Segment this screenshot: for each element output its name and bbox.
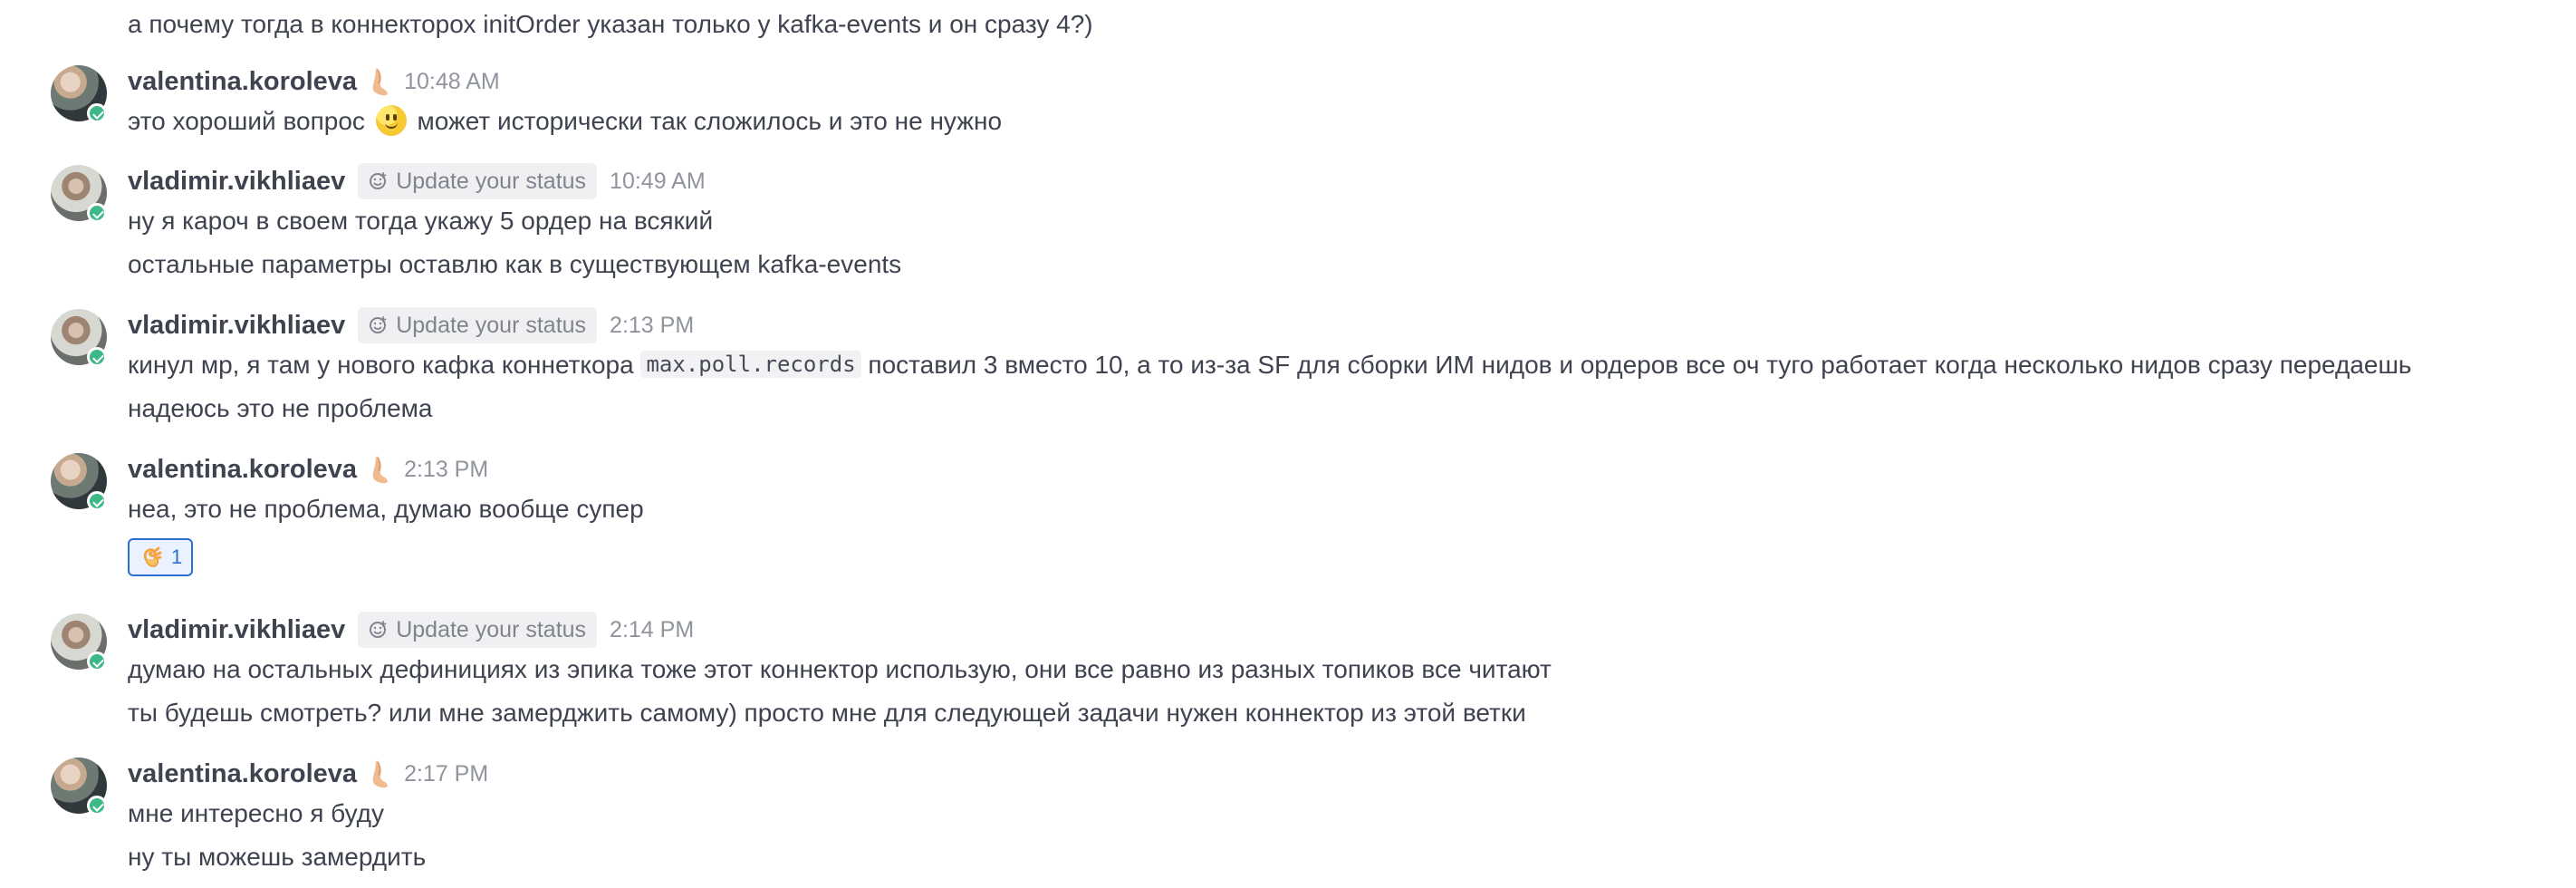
online-check-icon (87, 203, 107, 223)
message-text: надеюсь это не проблема (128, 394, 433, 422)
timestamp[interactable]: 2:13 PM (610, 313, 694, 339)
username[interactable]: valentina.koroleva (128, 759, 357, 789)
reaction-count: 1 (171, 545, 183, 568)
timestamp[interactable]: 2:17 PM (404, 761, 488, 787)
ok-hand-icon (143, 546, 162, 567)
timestamp[interactable]: 10:49 AM (610, 169, 706, 195)
online-check-icon (87, 491, 107, 511)
message-text: ну я кароч в своем тогда укажу 5 ордер н… (128, 207, 714, 235)
reaction-ok-hand[interactable]: 1 (128, 538, 194, 576)
message-thread: а почему тогда в коннекторох initOrder у… (0, 0, 2576, 888)
online-check-icon (87, 796, 107, 816)
leg-icon (372, 456, 388, 484)
message-text: остальные параметры оставлю как в сущест… (128, 250, 902, 278)
message-text-part: это хороший вопрос (128, 107, 372, 135)
post-header: vladimir.vikhliaev Update your status 10… (128, 161, 706, 201)
post-header: valentina.koroleva 10:48 AM (128, 62, 500, 101)
update-status-chip[interactable]: Update your status (358, 307, 598, 343)
username[interactable]: valentina.koroleva (128, 455, 357, 485)
online-check-icon (87, 347, 107, 367)
message-text: думаю на остальных дефинициях из эпика т… (128, 655, 1552, 683)
message-text: мне интересно я буду (128, 799, 384, 827)
update-status-chip[interactable]: Update your status (358, 612, 598, 648)
status-chip-label: Update your status (396, 169, 587, 194)
message-text: кинул мр, я там у нового кафка коннеткор… (128, 347, 2412, 383)
message-text: неа, это не проблема, думаю вообще супер (128, 495, 644, 523)
online-check-icon (87, 652, 107, 671)
username[interactable]: vladimir.vikhliaev (128, 167, 345, 197)
post-header: vladimir.vikhliaev Update your status 2:… (128, 305, 694, 345)
leg-icon (372, 68, 388, 96)
message-text: ты будешь смотреть? или мне замерджить с… (128, 699, 1526, 727)
timestamp[interactable]: 2:13 PM (404, 457, 488, 483)
emoji-add-icon (370, 316, 387, 333)
inline-code: max.poll.records (640, 351, 861, 378)
message-text: ну ты можешь замердить (128, 843, 427, 871)
timestamp[interactable]: 10:48 AM (404, 69, 500, 95)
username[interactable]: vladimir.vikhliaev (128, 615, 345, 645)
message-text: а почему тогда в коннекторох initOrder у… (128, 10, 1093, 38)
post-header: vladimir.vikhliaev Update your status 2:… (128, 610, 694, 650)
timestamp[interactable]: 2:14 PM (610, 617, 694, 643)
status-chip-label: Update your status (396, 313, 587, 338)
message-text-part: кинул мр, я там у нового кафка коннеткор… (128, 351, 641, 379)
emoji-add-icon (370, 172, 387, 189)
message-text-part: может исторически так сложилось и это не… (409, 107, 1003, 135)
emoji-add-icon (370, 621, 387, 638)
post-header: valentina.koroleva 2:17 PM (128, 754, 488, 794)
message-text: это хороший вопрос может исторически так… (128, 103, 1002, 140)
username[interactable]: valentina.koroleva (128, 67, 357, 97)
status-chip-label: Update your status (396, 617, 587, 642)
message-text-part: поставил 3 вместо 10, а то из-за SF для … (860, 351, 2412, 379)
leg-icon (372, 760, 388, 788)
post-header: valentina.koroleva 2:13 PM (128, 449, 488, 489)
online-check-icon (87, 103, 107, 123)
username[interactable]: vladimir.vikhliaev (128, 311, 345, 341)
slightly-smiling-face-icon (375, 105, 407, 136)
update-status-chip[interactable]: Update your status (358, 163, 598, 199)
